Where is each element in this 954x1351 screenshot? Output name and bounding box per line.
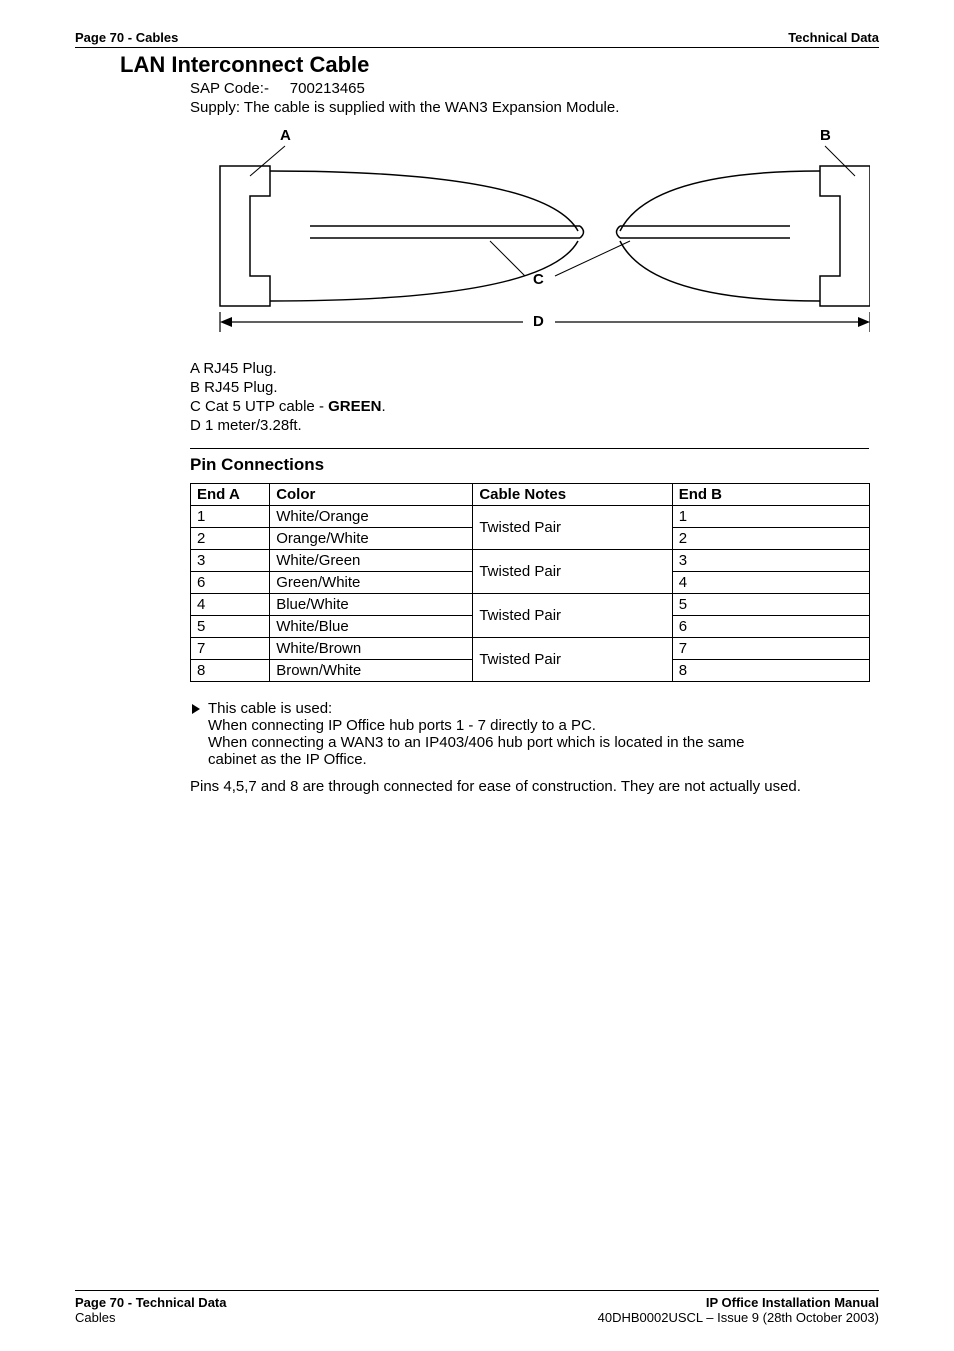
- cell-endb: 8: [672, 660, 869, 682]
- table-row: 4 Blue/White Twisted Pair 5: [191, 594, 870, 616]
- page-footer: Page 70 - Technical Data Cables IP Offic…: [75, 1290, 879, 1325]
- sap-code: 700213465: [290, 80, 365, 97]
- th-end-a: End A: [191, 484, 270, 506]
- cell-endb: 5: [672, 594, 869, 616]
- cell-color: Brown/White: [270, 660, 473, 682]
- cell-enda: 3: [191, 550, 270, 572]
- document-page: Page 70 - Cables Technical Data LAN Inte…: [0, 0, 954, 1351]
- cell-color: Orange/White: [270, 528, 473, 550]
- bullet-line-1: When connecting IP Office hub ports 1 - …: [208, 717, 744, 734]
- cell-notes: Twisted Pair: [473, 638, 672, 682]
- diagram-label-d: D: [533, 313, 544, 330]
- cell-color: White/Orange: [270, 506, 473, 528]
- legend-a: A RJ45 Plug.: [190, 360, 869, 377]
- cell-notes: Twisted Pair: [473, 594, 672, 638]
- bullet-line-3: cabinet as the IP Office.: [208, 751, 744, 768]
- pin-connections-header: Pin Connections: [190, 448, 869, 475]
- cell-enda: 2: [191, 528, 270, 550]
- diagram-label-b: B: [820, 127, 831, 144]
- th-end-b: End B: [672, 484, 869, 506]
- cell-endb: 3: [672, 550, 869, 572]
- cell-color: Blue/White: [270, 594, 473, 616]
- cell-enda: 1: [191, 506, 270, 528]
- cell-enda: 5: [191, 616, 270, 638]
- bullet-lead: This cable is used:: [208, 700, 744, 717]
- diagram-label-a: A: [280, 127, 291, 144]
- cell-enda: 4: [191, 594, 270, 616]
- cell-enda: 8: [191, 660, 270, 682]
- header-right: Technical Data: [788, 30, 879, 45]
- cell-enda: 7: [191, 638, 270, 660]
- bullet-line-2: When connecting a WAN3 to an IP403/406 h…: [208, 734, 744, 751]
- header-left: Page 70 - Cables: [75, 30, 178, 45]
- footer-right-2: 40DHB0002USCL – Issue 9 (28th October 20…: [598, 1310, 879, 1325]
- diagram-label-c: C: [533, 271, 544, 288]
- table-row: 1 White/Orange Twisted Pair 1: [191, 506, 870, 528]
- legend-c: C Cat 5 UTP cable - GREEN.: [190, 398, 869, 415]
- pin-connections-table: End A Color Cable Notes End B 1 White/Or…: [190, 483, 870, 682]
- supply-line: Supply: The cable is supplied with the W…: [190, 99, 869, 116]
- cell-notes: Twisted Pair: [473, 506, 672, 550]
- sap-code-line: SAP Code:- 700213465: [190, 80, 869, 97]
- arrow-right-icon: [190, 702, 208, 768]
- cell-endb: 2: [672, 528, 869, 550]
- section-title: LAN Interconnect Cable: [120, 52, 879, 78]
- page-header: Page 70 - Cables Technical Data: [75, 30, 879, 48]
- cell-enda: 6: [191, 572, 270, 594]
- table-row: 3 White/Green Twisted Pair 3: [191, 550, 870, 572]
- cell-endb: 6: [672, 616, 869, 638]
- legend-c-prefix: C Cat 5 UTP cable -: [190, 398, 328, 415]
- legend-c-suffix: .: [381, 398, 385, 415]
- sap-prefix: SAP Code:-: [190, 80, 269, 97]
- footer-left-1: Page 70 - Technical Data: [75, 1295, 227, 1310]
- legend-c-bold: GREEN: [328, 398, 381, 415]
- cell-color: Green/White: [270, 572, 473, 594]
- footer-left: Page 70 - Technical Data Cables: [75, 1295, 227, 1325]
- cell-color: White/Green: [270, 550, 473, 572]
- bullet-text: This cable is used: When connecting IP O…: [208, 700, 744, 768]
- th-color: Color: [270, 484, 473, 506]
- cell-endb: 4: [672, 572, 869, 594]
- cell-color: White/Blue: [270, 616, 473, 638]
- table-header-row: End A Color Cable Notes End B: [191, 484, 870, 506]
- footer-left-2: Cables: [75, 1310, 227, 1325]
- cell-color: White/Brown: [270, 638, 473, 660]
- table-row: 7 White/Brown Twisted Pair 7: [191, 638, 870, 660]
- usage-bullet: This cable is used: When connecting IP O…: [190, 700, 869, 768]
- cell-endb: 7: [672, 638, 869, 660]
- legend-d: D 1 meter/3.28ft.: [190, 417, 869, 434]
- cell-endb: 1: [672, 506, 869, 528]
- intro-block: SAP Code:- 700213465 Supply: The cable i…: [190, 80, 869, 116]
- footer-right: IP Office Installation Manual 40DHB0002U…: [598, 1295, 879, 1325]
- th-notes: Cable Notes: [473, 484, 672, 506]
- legend-b: B RJ45 Plug.: [190, 379, 869, 396]
- footer-right-1: IP Office Installation Manual: [598, 1295, 879, 1310]
- footnote-paragraph: Pins 4,5,7 and 8 are through connected f…: [190, 778, 869, 795]
- legend-block: A RJ45 Plug. B RJ45 Plug. C Cat 5 UTP ca…: [190, 360, 869, 434]
- cell-notes: Twisted Pair: [473, 550, 672, 594]
- cable-diagram: A B C D: [190, 126, 879, 350]
